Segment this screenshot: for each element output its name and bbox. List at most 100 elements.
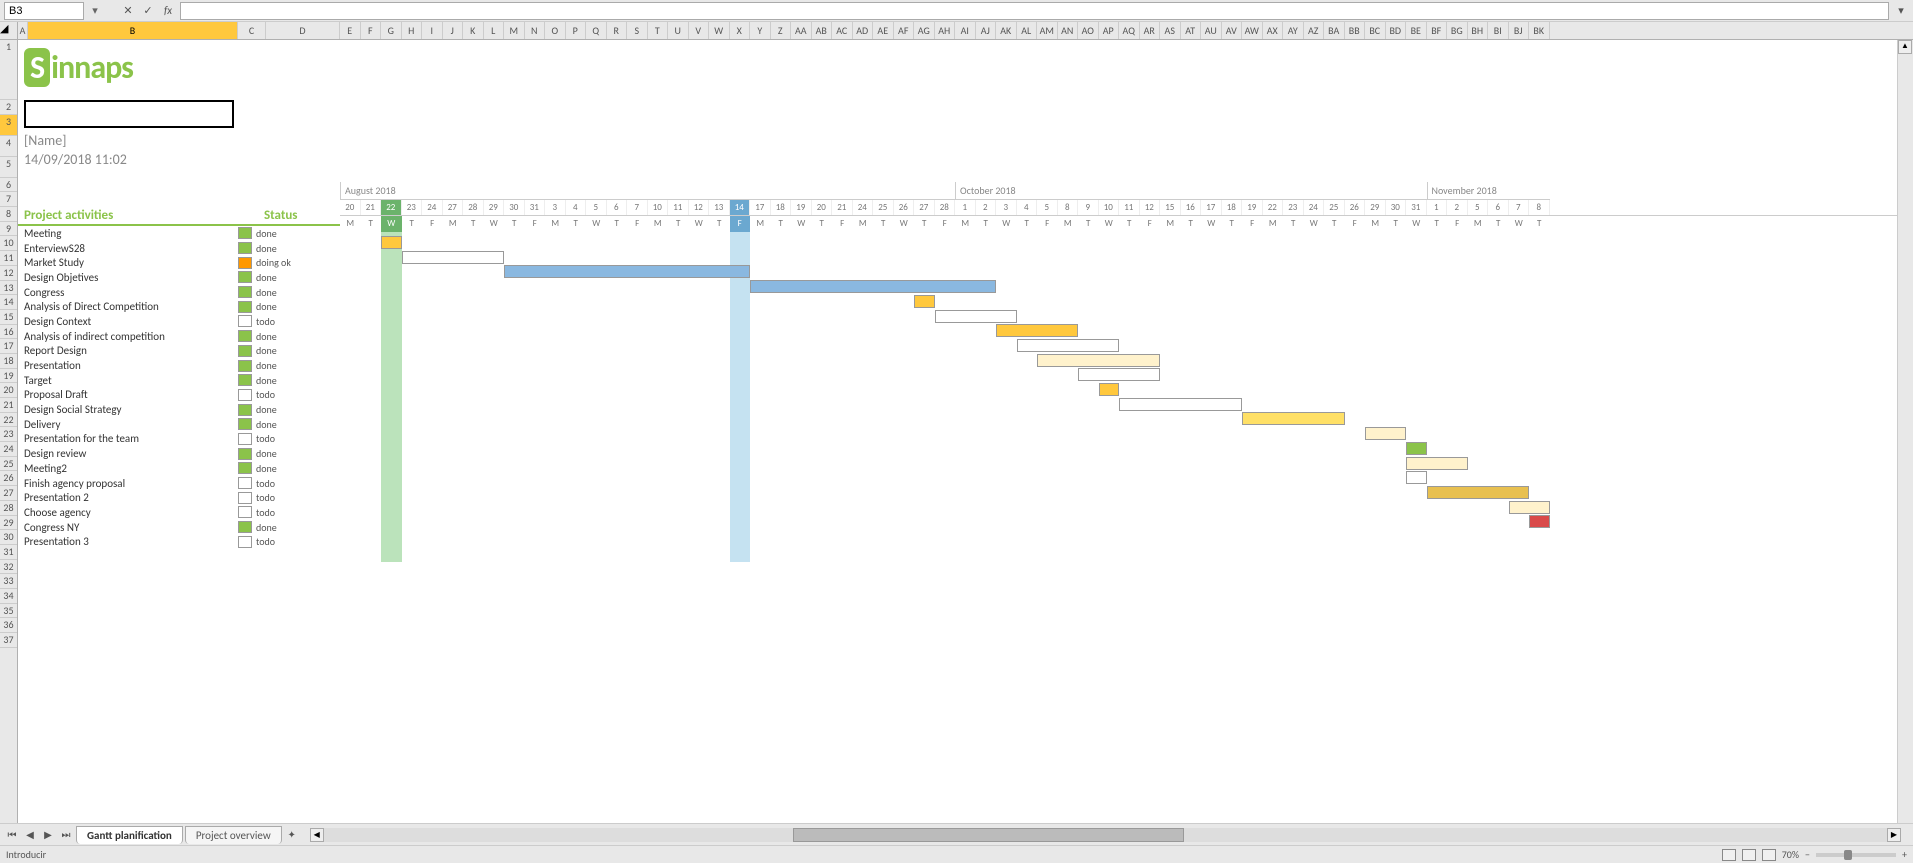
- col-header-BH[interactable]: BH: [1468, 22, 1489, 39]
- activity-row[interactable]: Design Objetivesdone: [18, 270, 340, 285]
- row-header-13[interactable]: 13: [0, 281, 17, 296]
- title-input-cell[interactable]: [24, 100, 234, 128]
- col-header-X[interactable]: X: [730, 22, 751, 39]
- row-header-1[interactable]: 1: [0, 40, 17, 100]
- col-header-AX[interactable]: AX: [1263, 22, 1284, 39]
- activity-row[interactable]: Presentation 2todo: [18, 490, 340, 505]
- col-header-AE[interactable]: AE: [873, 22, 894, 39]
- cancel-formula-icon[interactable]: ✕: [120, 3, 136, 19]
- col-header-AK[interactable]: AK: [996, 22, 1017, 39]
- col-header-A[interactable]: A: [18, 22, 28, 39]
- gantt-bar[interactable]: [1529, 515, 1550, 528]
- activity-row[interactable]: Proposal Drafttodo: [18, 388, 340, 403]
- gantt-bar[interactable]: [1119, 398, 1242, 411]
- row-header-7[interactable]: 7: [0, 192, 17, 207]
- gantt-bar[interactable]: [1406, 457, 1468, 470]
- col-header-I[interactable]: I: [422, 22, 443, 39]
- col-header-AQ[interactable]: AQ: [1119, 22, 1140, 39]
- cell-reference-input[interactable]: [4, 2, 84, 20]
- activity-row[interactable]: Design reviewdone: [18, 446, 340, 461]
- row-header-4[interactable]: 4: [0, 136, 17, 157]
- scroll-left-icon[interactable]: ◀: [310, 828, 324, 842]
- activity-row[interactable]: Congressdone: [18, 285, 340, 300]
- col-header-AG[interactable]: AG: [914, 22, 935, 39]
- gantt-bar[interactable]: [1017, 339, 1120, 352]
- col-header-AW[interactable]: AW: [1242, 22, 1263, 39]
- gantt-bar[interactable]: [1078, 368, 1160, 381]
- col-header-AO[interactable]: AO: [1078, 22, 1099, 39]
- activity-row[interactable]: Choose agencytodo: [18, 505, 340, 520]
- vertical-scrollbar[interactable]: ▲: [1897, 40, 1913, 823]
- activity-row[interactable]: Design Contexttodo: [18, 314, 340, 329]
- col-header-AY[interactable]: AY: [1283, 22, 1304, 39]
- col-header-BG[interactable]: BG: [1447, 22, 1468, 39]
- row-header-24[interactable]: 24: [0, 442, 17, 457]
- col-header-BK[interactable]: BK: [1529, 22, 1550, 39]
- col-header-AV[interactable]: AV: [1222, 22, 1243, 39]
- gantt-bar[interactable]: [1242, 412, 1345, 425]
- row-header-11[interactable]: 11: [0, 251, 17, 266]
- col-header-AH[interactable]: AH: [935, 22, 956, 39]
- row-header-15[interactable]: 15: [0, 310, 17, 325]
- row-header-6[interactable]: 6: [0, 178, 17, 193]
- col-header-Y[interactable]: Y: [750, 22, 771, 39]
- gantt-bar[interactable]: [914, 295, 935, 308]
- col-header-AB[interactable]: AB: [812, 22, 833, 39]
- view-break-icon[interactable]: [1762, 849, 1776, 861]
- prev-sheet-icon[interactable]: ◀: [22, 827, 38, 843]
- view-normal-icon[interactable]: [1722, 849, 1736, 861]
- row-header-3[interactable]: 3: [0, 115, 17, 136]
- row-header-14[interactable]: 14: [0, 295, 17, 310]
- activity-row[interactable]: Presentation for the teamtodo: [18, 432, 340, 447]
- col-header-W[interactable]: W: [709, 22, 730, 39]
- activity-row[interactable]: Finish agency proposaltodo: [18, 476, 340, 491]
- col-header-AM[interactable]: AM: [1037, 22, 1058, 39]
- next-sheet-icon[interactable]: ▶: [40, 827, 56, 843]
- col-header-BD[interactable]: BD: [1386, 22, 1407, 39]
- formula-input[interactable]: [180, 2, 1889, 20]
- col-header-AT[interactable]: AT: [1181, 22, 1202, 39]
- col-header-F[interactable]: F: [361, 22, 382, 39]
- row-header-2[interactable]: 2: [0, 100, 17, 115]
- col-header-V[interactable]: V: [689, 22, 710, 39]
- col-header-M[interactable]: M: [504, 22, 525, 39]
- activity-row[interactable]: Market Studydoing ok: [18, 255, 340, 270]
- zoom-in-icon[interactable]: +: [1902, 848, 1907, 861]
- col-header-G[interactable]: G: [381, 22, 402, 39]
- new-sheet-icon[interactable]: ✦: [284, 827, 300, 843]
- row-header-16[interactable]: 16: [0, 325, 17, 340]
- row-header-21[interactable]: 21: [0, 398, 17, 413]
- select-all-corner[interactable]: ◢: [0, 22, 18, 39]
- activity-row[interactable]: Report Designdone: [18, 344, 340, 359]
- activity-row[interactable]: Targetdone: [18, 373, 340, 388]
- col-header-BA[interactable]: BA: [1324, 22, 1345, 39]
- col-header-BI[interactable]: BI: [1488, 22, 1509, 39]
- col-header-AR[interactable]: AR: [1140, 22, 1161, 39]
- activity-row[interactable]: Analysis of Direct Competitiondone: [18, 299, 340, 314]
- col-header-R[interactable]: R: [607, 22, 628, 39]
- col-header-Z[interactable]: Z: [771, 22, 792, 39]
- col-header-AS[interactable]: AS: [1160, 22, 1181, 39]
- row-header-26[interactable]: 26: [0, 471, 17, 486]
- row-header-35[interactable]: 35: [0, 604, 17, 619]
- gantt-bar[interactable]: [996, 324, 1078, 337]
- row-header-8[interactable]: 8: [0, 207, 17, 222]
- col-header-T[interactable]: T: [648, 22, 669, 39]
- accept-formula-icon[interactable]: ✓: [140, 3, 156, 19]
- activity-row[interactable]: Design Social Strategydone: [18, 402, 340, 417]
- gantt-bar[interactable]: [1365, 427, 1406, 440]
- col-header-Q[interactable]: Q: [586, 22, 607, 39]
- fx-icon[interactable]: fx: [160, 3, 176, 19]
- row-header-28[interactable]: 28: [0, 501, 17, 516]
- activity-row[interactable]: Congress NYdone: [18, 520, 340, 535]
- gantt-bar[interactable]: [1037, 354, 1160, 367]
- row-header-5[interactable]: 5: [0, 157, 17, 178]
- col-header-N[interactable]: N: [525, 22, 546, 39]
- scroll-right-icon[interactable]: ▶: [1887, 828, 1901, 842]
- row-header-34[interactable]: 34: [0, 589, 17, 604]
- cell-ref-dropdown-icon[interactable]: ▾: [88, 4, 102, 17]
- col-header-AP[interactable]: AP: [1099, 22, 1120, 39]
- col-header-AI[interactable]: AI: [955, 22, 976, 39]
- col-header-U[interactable]: U: [668, 22, 689, 39]
- col-header-C[interactable]: C: [238, 22, 266, 39]
